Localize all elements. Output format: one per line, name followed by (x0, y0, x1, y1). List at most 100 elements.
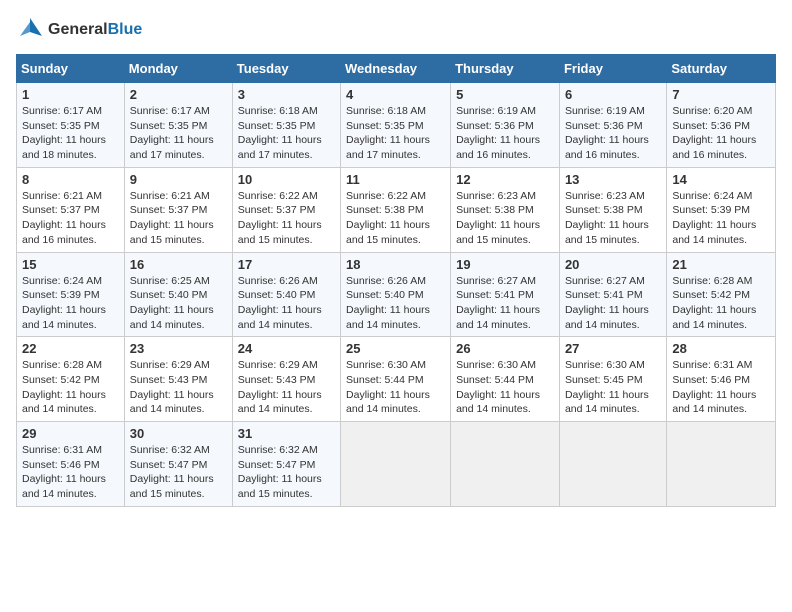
calendar-cell: 10 Sunrise: 6:22 AM Sunset: 5:37 PM Dayli… (232, 167, 340, 252)
day-number: 6 (565, 87, 661, 102)
calendar-cell (667, 422, 776, 507)
day-info: Sunrise: 6:31 AM Sunset: 5:46 PM Dayligh… (672, 358, 770, 417)
day-info: Sunrise: 6:27 AM Sunset: 5:41 PM Dayligh… (565, 274, 661, 333)
day-info: Sunrise: 6:25 AM Sunset: 5:40 PM Dayligh… (130, 274, 227, 333)
day-number: 11 (346, 172, 445, 187)
day-number: 25 (346, 341, 445, 356)
col-header-thursday: Thursday (451, 55, 560, 83)
calendar-cell: 3 Sunrise: 6:18 AM Sunset: 5:35 PM Daylig… (232, 83, 340, 168)
day-number: 30 (130, 426, 227, 441)
calendar-cell: 6 Sunrise: 6:19 AM Sunset: 5:36 PM Daylig… (559, 83, 666, 168)
day-info: Sunrise: 6:21 AM Sunset: 5:37 PM Dayligh… (130, 189, 227, 248)
logo-line2: Blue (108, 21, 143, 38)
calendar-cell: 9 Sunrise: 6:21 AM Sunset: 5:37 PM Daylig… (124, 167, 232, 252)
day-info: Sunrise: 6:24 AM Sunset: 5:39 PM Dayligh… (672, 189, 770, 248)
day-info: Sunrise: 6:22 AM Sunset: 5:37 PM Dayligh… (238, 189, 335, 248)
day-number: 27 (565, 341, 661, 356)
day-number: 16 (130, 257, 227, 272)
day-info: Sunrise: 6:30 AM Sunset: 5:45 PM Dayligh… (565, 358, 661, 417)
day-number: 28 (672, 341, 770, 356)
day-info: Sunrise: 6:28 AM Sunset: 5:42 PM Dayligh… (672, 274, 770, 333)
day-number: 18 (346, 257, 445, 272)
day-info: Sunrise: 6:18 AM Sunset: 5:35 PM Dayligh… (238, 104, 335, 163)
day-info: Sunrise: 6:24 AM Sunset: 5:39 PM Dayligh… (22, 274, 119, 333)
calendar-cell: 14 Sunrise: 6:24 AM Sunset: 5:39 PM Dayli… (667, 167, 776, 252)
day-number: 23 (130, 341, 227, 356)
day-number: 1 (22, 87, 119, 102)
calendar-header-row: SundayMondayTuesdayWednesdayThursdayFrid… (17, 55, 776, 83)
day-info: Sunrise: 6:31 AM Sunset: 5:46 PM Dayligh… (22, 443, 119, 502)
day-number: 4 (346, 87, 445, 102)
calendar-cell: 19Sunrise: 6:27 AM Sunset: 5:41 PM Dayli… (451, 252, 560, 337)
day-info: Sunrise: 6:19 AM Sunset: 5:36 PM Dayligh… (456, 104, 554, 163)
calendar-cell: 18 Sunrise: 6:26 AM Sunset: 5:40 PM Dayli… (341, 252, 451, 337)
calendar-cell (559, 422, 666, 507)
calendar-cell: 16 Sunrise: 6:25 AM Sunset: 5:40 PM Dayli… (124, 252, 232, 337)
day-info: Sunrise: 6:17 AM Sunset: 5:35 PM Dayligh… (22, 104, 119, 163)
calendar-cell (341, 422, 451, 507)
col-header-friday: Friday (559, 55, 666, 83)
day-info: Sunrise: 6:23 AM Sunset: 5:38 PM Dayligh… (565, 189, 661, 248)
day-info: Sunrise: 6:21 AM Sunset: 5:37 PM Dayligh… (22, 189, 119, 248)
calendar-cell: 15 Sunrise: 6:24 AM Sunset: 5:39 PM Dayli… (17, 252, 125, 337)
day-number: 3 (238, 87, 335, 102)
calendar-cell: 31 Sunrise: 6:32 AM Sunset: 5:47 PM Dayli… (232, 422, 340, 507)
calendar-cell: 7 Sunrise: 6:20 AM Sunset: 5:36 PM Daylig… (667, 83, 776, 168)
col-header-monday: Monday (124, 55, 232, 83)
calendar-cell: 23 Sunrise: 6:29 AM Sunset: 5:43 PM Dayli… (124, 337, 232, 422)
day-number: 5 (456, 87, 554, 102)
day-number: 8 (22, 172, 119, 187)
day-number: 20 (565, 257, 661, 272)
day-info: Sunrise: 6:19 AM Sunset: 5:36 PM Dayligh… (565, 104, 661, 163)
day-number: 10 (238, 172, 335, 187)
calendar-cell: 1 Sunrise: 6:17 AM Sunset: 5:35 PM Daylig… (17, 83, 125, 168)
calendar-cell: 20 Sunrise: 6:27 AM Sunset: 5:41 PM Dayli… (559, 252, 666, 337)
col-header-tuesday: Tuesday (232, 55, 340, 83)
logo-icon (16, 16, 44, 44)
calendar-cell: 21Sunrise: 6:28 AM Sunset: 5:42 PM Dayli… (667, 252, 776, 337)
col-header-sunday: Sunday (17, 55, 125, 83)
logo-line1: General (48, 21, 108, 38)
day-info: Sunrise: 6:28 AM Sunset: 5:42 PM Dayligh… (22, 358, 119, 417)
calendar-cell: 4Sunrise: 6:18 AM Sunset: 5:35 PM Daylig… (341, 83, 451, 168)
calendar-cell: 29 Sunrise: 6:31 AM Sunset: 5:46 PM Dayli… (17, 422, 125, 507)
day-number: 19 (456, 257, 554, 272)
calendar-table: SundayMondayTuesdayWednesdayThursdayFrid… (16, 54, 776, 507)
week-row-5: 29 Sunrise: 6:31 AM Sunset: 5:46 PM Dayli… (17, 422, 776, 507)
day-info: Sunrise: 6:29 AM Sunset: 5:43 PM Dayligh… (130, 358, 227, 417)
day-info: Sunrise: 6:26 AM Sunset: 5:40 PM Dayligh… (238, 274, 335, 333)
day-number: 7 (672, 87, 770, 102)
day-number: 22 (22, 341, 119, 356)
day-number: 15 (22, 257, 119, 272)
week-row-4: 22 Sunrise: 6:28 AM Sunset: 5:42 PM Dayli… (17, 337, 776, 422)
day-info: Sunrise: 6:23 AM Sunset: 5:38 PM Dayligh… (456, 189, 554, 248)
day-number: 9 (130, 172, 227, 187)
day-info: Sunrise: 6:17 AM Sunset: 5:35 PM Dayligh… (130, 104, 227, 163)
day-number: 29 (22, 426, 119, 441)
col-header-wednesday: Wednesday (341, 55, 451, 83)
col-header-saturday: Saturday (667, 55, 776, 83)
calendar-cell: 27 Sunrise: 6:30 AM Sunset: 5:45 PM Dayli… (559, 337, 666, 422)
calendar-cell: 26Sunrise: 6:30 AM Sunset: 5:44 PM Dayli… (451, 337, 560, 422)
day-info: Sunrise: 6:26 AM Sunset: 5:40 PM Dayligh… (346, 274, 445, 333)
day-number: 14 (672, 172, 770, 187)
day-info: Sunrise: 6:32 AM Sunset: 5:47 PM Dayligh… (238, 443, 335, 502)
logo: GeneralBlue (16, 16, 142, 44)
day-info: Sunrise: 6:32 AM Sunset: 5:47 PM Dayligh… (130, 443, 227, 502)
day-number: 31 (238, 426, 335, 441)
calendar-cell: 8 Sunrise: 6:21 AM Sunset: 5:37 PM Daylig… (17, 167, 125, 252)
calendar-cell: 24 Sunrise: 6:29 AM Sunset: 5:43 PM Dayli… (232, 337, 340, 422)
day-info: Sunrise: 6:29 AM Sunset: 5:43 PM Dayligh… (238, 358, 335, 417)
calendar-cell: 2Sunrise: 6:17 AM Sunset: 5:35 PM Daylig… (124, 83, 232, 168)
calendar-cell: 22 Sunrise: 6:28 AM Sunset: 5:42 PM Dayli… (17, 337, 125, 422)
day-number: 13 (565, 172, 661, 187)
day-number: 12 (456, 172, 554, 187)
day-number: 24 (238, 341, 335, 356)
calendar-cell: 5 Sunrise: 6:19 AM Sunset: 5:36 PM Daylig… (451, 83, 560, 168)
week-row-3: 15 Sunrise: 6:24 AM Sunset: 5:39 PM Dayli… (17, 252, 776, 337)
calendar-cell: 11Sunrise: 6:22 AM Sunset: 5:38 PM Dayli… (341, 167, 451, 252)
logo-text: GeneralBlue (48, 21, 142, 39)
day-info: Sunrise: 6:20 AM Sunset: 5:36 PM Dayligh… (672, 104, 770, 163)
day-info: Sunrise: 6:30 AM Sunset: 5:44 PM Dayligh… (346, 358, 445, 417)
day-number: 26 (456, 341, 554, 356)
